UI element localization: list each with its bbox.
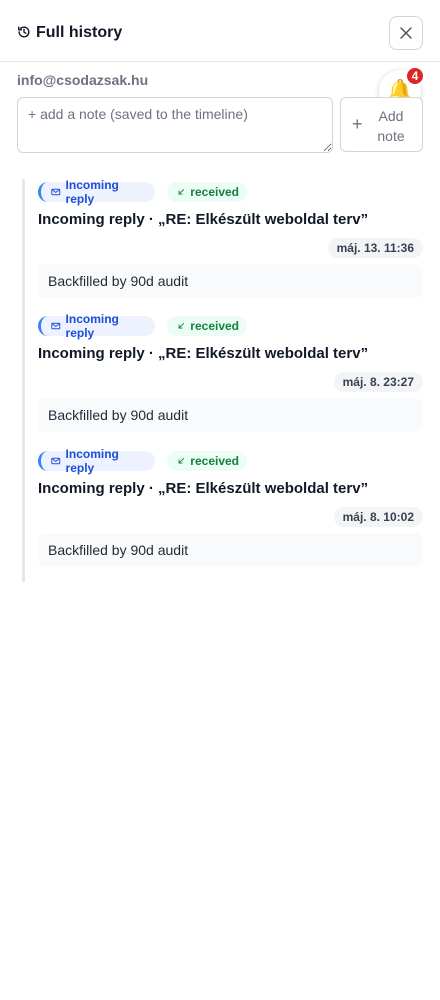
arrow-down-left-icon <box>178 323 185 329</box>
event-status-label: received <box>190 185 239 199</box>
event-type-label: Incoming reply <box>65 178 119 206</box>
mail-icon <box>51 322 61 330</box>
event-type-badge: Incoming reply <box>38 447 155 475</box>
event-title: Incoming reply · „RE: Elkészült weboldal… <box>38 345 369 362</box>
notification-count-badge: 4 <box>405 66 425 86</box>
arrow-down-left-icon <box>178 458 185 464</box>
history-icon <box>18 26 30 38</box>
mail-icon <box>51 457 61 465</box>
note-input[interactable] <box>17 97 333 153</box>
timeline-event: Incoming reply received Incoming reply · „… <box>38 447 423 571</box>
event-status-label: received <box>190 319 239 333</box>
event-status-badge: received <box>167 182 247 202</box>
event-status-badge: received <box>167 451 247 471</box>
close-icon <box>400 27 412 39</box>
panel-header: Full history <box>0 0 440 62</box>
mail-icon <box>51 188 61 196</box>
event-body: Backfilled by 90d audit <box>38 398 423 432</box>
event-body: Backfilled by 90d audit <box>38 264 423 298</box>
timeline-line <box>22 179 25 582</box>
timeline-event: Incoming reply received Incoming reply · „… <box>38 312 423 436</box>
event-title: Incoming reply · „RE: Elkészült weboldal… <box>38 480 369 497</box>
timeline-event: Incoming reply received Incoming reply · „… <box>38 178 423 302</box>
arrow-down-left-icon <box>178 189 185 195</box>
event-type-label: Incoming reply <box>65 312 119 340</box>
contact-email: info@csodazsak.hu <box>17 72 149 88</box>
event-type-badge: Incoming reply <box>38 178 155 206</box>
event-body: Backfilled by 90d audit <box>38 533 423 567</box>
add-note-button[interactable]: + Add note <box>340 97 423 152</box>
event-type-label: Incoming reply <box>65 447 119 475</box>
event-status-badge: received <box>167 316 247 336</box>
event-title: Incoming reply · „RE: Elkészült weboldal… <box>38 211 369 228</box>
add-note-label: Add note <box>377 108 405 144</box>
close-button[interactable] <box>389 16 423 50</box>
event-type-badge: Incoming reply <box>38 312 155 340</box>
plus-icon: + <box>352 114 363 134</box>
event-status-label: received <box>190 454 239 468</box>
event-date: máj. 13. 11:36 <box>327 238 423 258</box>
event-date: máj. 8. 10:02 <box>333 507 423 527</box>
panel-title: Full history <box>36 24 123 41</box>
event-date: máj. 8. 23:27 <box>333 372 423 392</box>
